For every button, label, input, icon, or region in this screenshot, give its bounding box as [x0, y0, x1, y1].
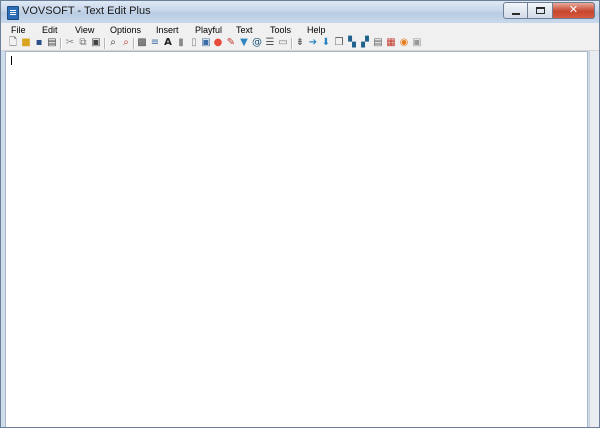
- find-icon[interactable]: ⌕: [108, 38, 118, 48]
- menu-help[interactable]: Help: [307, 25, 326, 35]
- new-file-icon[interactable]: 🗋: [8, 38, 18, 48]
- color-icon[interactable]: ●: [213, 38, 223, 48]
- arrow-right-icon[interactable]: ➔: [308, 38, 318, 48]
- paste-icon[interactable]: ▣: [91, 38, 101, 48]
- desktop-background: [600, 0, 606, 428]
- document-icon[interactable]: ▤: [373, 38, 383, 48]
- window-title: VOVSOFT - Text Edit Plus: [22, 5, 151, 17]
- save-icon[interactable]: ▪: [34, 38, 44, 48]
- calendar-icon[interactable]: ▦: [386, 38, 396, 48]
- picture-icon[interactable]: ▣: [412, 38, 422, 48]
- vertical-scrollbar[interactable]: [589, 51, 599, 427]
- arrow-down-icon[interactable]: ⬇: [321, 38, 331, 48]
- menu-tools[interactable]: Tools: [270, 25, 291, 35]
- cut-icon[interactable]: ✂: [65, 38, 75, 48]
- maximize-button[interactable]: [528, 2, 553, 19]
- toolbar-separator: [60, 38, 62, 49]
- menu-bar: File Edit View Options Insert Playful Te…: [1, 23, 599, 36]
- brush-icon[interactable]: ✎: [226, 38, 236, 48]
- copy-icon[interactable]: ⧉: [78, 38, 88, 48]
- title-bar[interactable]: VOVSOFT - Text Edit Plus ✕: [1, 1, 599, 23]
- image-icon[interactable]: ▩: [137, 38, 147, 48]
- menu-view[interactable]: View: [75, 25, 94, 35]
- menu-edit[interactable]: Edit: [42, 25, 58, 35]
- toolbar-separator: [104, 38, 106, 49]
- search-file-icon[interactable]: ◉: [399, 38, 409, 48]
- close-icon: ✕: [568, 4, 579, 16]
- text-caret: [11, 56, 12, 65]
- list-icon[interactable]: ☰: [265, 38, 275, 48]
- unlock-icon[interactable]: ▯: [189, 38, 199, 48]
- copy-doc-icon[interactable]: ❐: [334, 38, 344, 48]
- menu-file[interactable]: File: [11, 25, 26, 35]
- database-icon[interactable]: ≡: [150, 38, 160, 48]
- cascade-icon[interactable]: ▞: [360, 38, 370, 48]
- maximize-icon: [535, 7, 545, 14]
- tile-icon[interactable]: ▚: [347, 38, 357, 48]
- filter-icon[interactable]: ▼: [239, 38, 249, 48]
- menu-options[interactable]: Options: [110, 25, 141, 35]
- toolbar: 🗋 ■ ▪ ▤ ✂ ⧉ ▣ ⌕ ⌕ ▩ ≡ A ▮ ▯ ▣ ● ✎ ▼ @ ☰ …: [1, 36, 599, 51]
- app-icon: [7, 6, 19, 20]
- find-replace-icon[interactable]: ⌕: [121, 38, 131, 48]
- lock-icon[interactable]: ▮: [176, 38, 186, 48]
- indent-icon[interactable]: ⇟: [295, 38, 305, 48]
- minimize-button[interactable]: [503, 2, 528, 19]
- toolbar-separator: [133, 38, 135, 49]
- print-icon[interactable]: ▤: [47, 38, 57, 48]
- email-icon[interactable]: @: [252, 38, 262, 48]
- window-controls: ✕: [503, 2, 595, 19]
- menu-playful[interactable]: Playful: [195, 25, 222, 35]
- open-folder-icon[interactable]: ■: [21, 38, 31, 48]
- web-icon[interactable]: ▣: [201, 38, 211, 48]
- menu-insert[interactable]: Insert: [156, 25, 179, 35]
- menu-text[interactable]: Text: [236, 25, 253, 35]
- app-window: VOVSOFT - Text Edit Plus ✕ File Edit Vie…: [0, 0, 600, 428]
- font-icon[interactable]: A: [163, 38, 173, 48]
- message-icon[interactable]: ▭: [278, 38, 288, 48]
- toolbar-separator: [291, 38, 293, 49]
- text-editor[interactable]: [5, 51, 588, 427]
- minimize-icon: [511, 12, 520, 15]
- close-button[interactable]: ✕: [553, 2, 595, 19]
